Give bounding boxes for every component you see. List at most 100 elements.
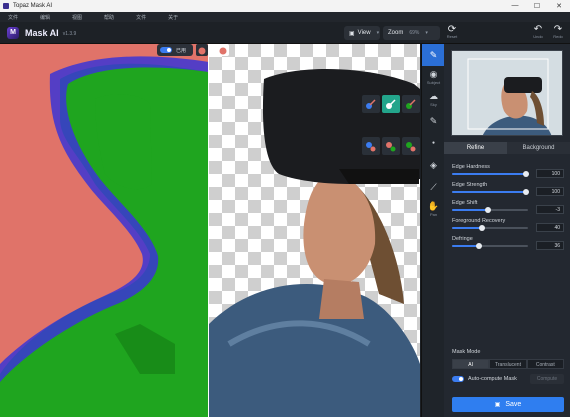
keep-color-swatch[interactable] [196, 44, 208, 56]
mask-mode-contrast[interactable]: Contrast [526, 359, 564, 369]
app-name: Mask AI [25, 27, 59, 38]
window-title-bar: Topaz Mask AI — ☐ ✕ [0, 0, 570, 12]
eyedropper-icon: ⟋ [430, 181, 437, 192]
slider-track[interactable] [452, 225, 528, 231]
view-dropdown[interactable]: ▣ View ▾ [344, 26, 380, 40]
mask-mode-selector: AI Translucent Contrast [452, 359, 564, 369]
slider-track[interactable] [452, 171, 529, 177]
tool-pan[interactable]: ✋ Pan [422, 198, 445, 220]
menu-item-edit[interactable]: 编辑 [40, 14, 50, 21]
slider-value-input[interactable]: 36 [536, 241, 564, 250]
compute-button[interactable]: Compute [530, 374, 564, 384]
window-title: Topaz Mask AI [13, 3, 53, 9]
refine-panel: Refine Background Edge Hardness 100 Edge… [444, 44, 570, 417]
brush-icon: ✎ [429, 49, 438, 60]
overlay-toggle[interactable]: 已用 [157, 44, 193, 56]
close-button[interactable]: ✕ [548, 2, 570, 10]
tab-refine[interactable]: Refine [444, 142, 507, 154]
mask-ai-logo-icon: M [7, 26, 19, 39]
subject-icon: ◉ [429, 69, 438, 79]
tool-size[interactable]: ● [422, 132, 445, 154]
slider-knob[interactable] [522, 189, 529, 195]
background-color-swatch[interactable] [217, 44, 229, 56]
undo-label: Undo [533, 34, 543, 39]
background-color-icon [219, 47, 227, 55]
view-chevron: ▾ [376, 30, 380, 36]
slider-track[interactable] [452, 243, 528, 249]
slider-fill [452, 209, 489, 211]
hand-icon: ✋ [427, 201, 440, 211]
menu-bar: 文件 编辑 视图 帮助 文件 关于 [0, 12, 570, 22]
mask-mode-translucent[interactable]: Translucent [489, 359, 527, 369]
mask-mode-label: Mask Mode [452, 349, 481, 355]
slider-track[interactable] [452, 189, 529, 195]
keep-fill-button[interactable] [362, 137, 380, 155]
edge-strength-slider[interactable]: Edge Strength 100 [452, 182, 564, 200]
keep-brush-button[interactable] [362, 95, 380, 113]
brush-alt-icon: ✎ [429, 115, 438, 126]
redo-button[interactable]: ↷ Redo [550, 24, 566, 39]
navigator-image [452, 51, 562, 135]
defringe-slider[interactable]: Defringe 36 [452, 236, 564, 254]
slider-knob[interactable] [522, 171, 529, 177]
auto-compute-switch[interactable] [452, 376, 464, 382]
cut-fill-button[interactable] [382, 137, 400, 155]
image-canvas[interactable]: 已用 [0, 44, 420, 417]
compute-fill-button[interactable] [402, 137, 420, 155]
menu-item-file[interactable]: 文件 [8, 14, 18, 21]
slider-value-input[interactable]: 100 [536, 187, 564, 196]
slider-fill [452, 191, 526, 193]
minimize-button[interactable]: — [504, 2, 526, 10]
reset-button[interactable]: ⟳ Reset [444, 24, 460, 39]
navigator-thumbnail[interactable] [451, 50, 563, 136]
slider-value-input[interactable]: 40 [536, 223, 564, 232]
slider-knob[interactable] [479, 225, 486, 231]
menu-item-help[interactable]: 帮助 [104, 14, 114, 21]
undo-button[interactable]: ↶ Undo [530, 24, 546, 39]
zoom-value: 69% [409, 30, 420, 36]
tab-background[interactable]: Background [507, 142, 570, 154]
slider-label: Foreground Recovery [452, 218, 506, 224]
auto-compute-toggle[interactable]: Auto-compute Mask [452, 376, 517, 382]
foreground-recovery-slider[interactable]: Foreground Recovery 40 [452, 218, 564, 236]
zoom-dropdown[interactable]: Zoom 69% ▾ [383, 26, 440, 40]
tool-subject[interactable]: ◉ Subject [422, 66, 445, 88]
slider-label: Edge Strength [452, 182, 488, 188]
app-version: v1.3.9 [62, 30, 77, 37]
save-icon: ▣ [494, 402, 501, 408]
view-label: View [357, 30, 371, 36]
slider-knob[interactable] [476, 243, 483, 249]
edge-shift-slider[interactable]: Edge Shift -3 [452, 200, 564, 218]
fill-bucket-icon: ◈ [430, 159, 437, 170]
slider-fill [452, 245, 480, 247]
tool-brush-2[interactable]: ✎ [422, 110, 445, 132]
edge-hardness-slider[interactable]: Edge Hardness 100 [452, 164, 564, 182]
auto-compute-label: Auto-compute Mask [468, 376, 517, 382]
compute-brush-button[interactable] [402, 95, 420, 113]
mask-mode-ai[interactable]: AI [452, 359, 490, 369]
slider-label: Defringe [452, 236, 473, 242]
slider-label: Edge Shift [452, 200, 478, 206]
mask-overlay-view[interactable]: 已用 [0, 44, 209, 417]
cut-brush-button[interactable] [382, 95, 400, 113]
menu-item-view[interactable]: 视图 [72, 14, 82, 21]
zoom-label: Zoom [388, 30, 404, 36]
save-button[interactable]: ▣ Save [452, 397, 564, 412]
slider-value-input[interactable]: 100 [536, 169, 564, 178]
tool-sidebar: ✎ ◉ Subject ☁ Sky ✎ ● ◈ ⟋ ✋ Pan [421, 44, 445, 417]
overlay-toggle-switch[interactable] [160, 47, 172, 53]
tool-fill[interactable]: ◈ [422, 154, 445, 176]
tool-sky[interactable]: ☁ Sky [422, 88, 445, 110]
tool-picker[interactable]: ⟋ [422, 176, 445, 198]
menu-item-about[interactable]: 关于 [168, 14, 178, 21]
menu-item-file-2[interactable]: 文件 [136, 14, 146, 21]
redo-label: Redo [553, 34, 563, 39]
overlay-toggle-label: 已用 [176, 47, 187, 54]
tool-brush[interactable]: ✎ [422, 44, 445, 66]
slider-track[interactable] [452, 207, 528, 213]
keep-fill-icon [366, 142, 376, 152]
slider-value-input[interactable]: -3 [536, 205, 564, 214]
maximize-button[interactable]: ☐ [526, 2, 548, 10]
slider-knob[interactable] [485, 207, 492, 213]
panel-tabs: Refine Background [444, 142, 570, 154]
